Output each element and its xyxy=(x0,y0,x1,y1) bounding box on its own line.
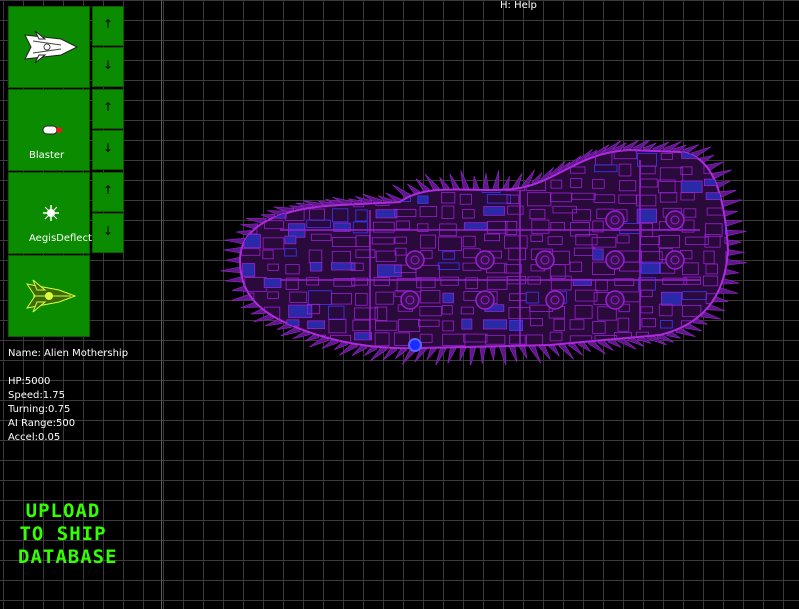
weapon-slot-label: Blaster xyxy=(29,150,65,161)
stat-ai-range: AI Range:500 xyxy=(8,418,76,429)
ship-editor: H: Help Blaster AegisDeflecto ↑ ↓ ↑ ↓ ↑ … xyxy=(0,0,799,609)
palette-slot-hull[interactable] xyxy=(8,6,90,88)
ship-stats: HP:5000 Speed:1.75 Turning:0.75 AI Range… xyxy=(8,375,75,445)
engine-ship-icon xyxy=(25,279,77,313)
arrow-up-icon: ↑ xyxy=(102,17,114,31)
arrow-up-icon: ↑ xyxy=(102,100,114,114)
slot-hull-down-button[interactable]: ↓ xyxy=(92,47,124,87)
core-orb xyxy=(408,338,422,352)
upload-line-2: TO SHIP xyxy=(19,523,107,545)
stat-turning: Turning:0.75 xyxy=(8,404,71,415)
upload-line-1: UPLOAD xyxy=(25,500,101,522)
alien-mothership-sprite[interactable] xyxy=(220,140,750,365)
arrow-down-icon: ↓ xyxy=(102,224,114,238)
blaster-icon xyxy=(42,125,62,135)
stat-accel: Accel:0.05 xyxy=(8,432,61,443)
slot-weapon-down-button[interactable]: ↓ xyxy=(92,130,124,170)
slot-weapon-up-button[interactable]: ↑ xyxy=(92,89,124,129)
shield-icon xyxy=(43,205,59,221)
arrow-down-icon: ↓ xyxy=(102,141,114,155)
help-hint: H: Help xyxy=(500,0,537,11)
upload-to-ship-database-button[interactable]: UPLOAD TO SHIP DATABASE xyxy=(18,500,118,569)
palette-slot-engine[interactable] xyxy=(8,255,90,337)
slot-shield-up-button[interactable]: ↑ xyxy=(92,172,124,212)
hull-icon xyxy=(24,30,79,64)
arrow-down-icon: ↓ xyxy=(102,58,114,72)
ship-name: Name: Alien Mothership xyxy=(8,348,129,359)
stat-hp: HP:5000 xyxy=(8,376,51,387)
palette-slot-shield[interactable]: AegisDeflecto xyxy=(8,172,98,254)
slot-hull-up-button[interactable]: ↑ xyxy=(92,6,124,46)
stat-speed: Speed:1.75 xyxy=(8,390,65,401)
slot-shield-down-button[interactable]: ↓ xyxy=(92,213,124,253)
shield-slot-label: AegisDeflecto xyxy=(29,233,98,244)
arrow-up-icon: ↑ xyxy=(102,183,114,197)
panel-divider xyxy=(161,0,162,609)
upload-line-3: DATABASE xyxy=(18,546,118,568)
palette-slot-weapon[interactable]: Blaster xyxy=(8,89,90,171)
